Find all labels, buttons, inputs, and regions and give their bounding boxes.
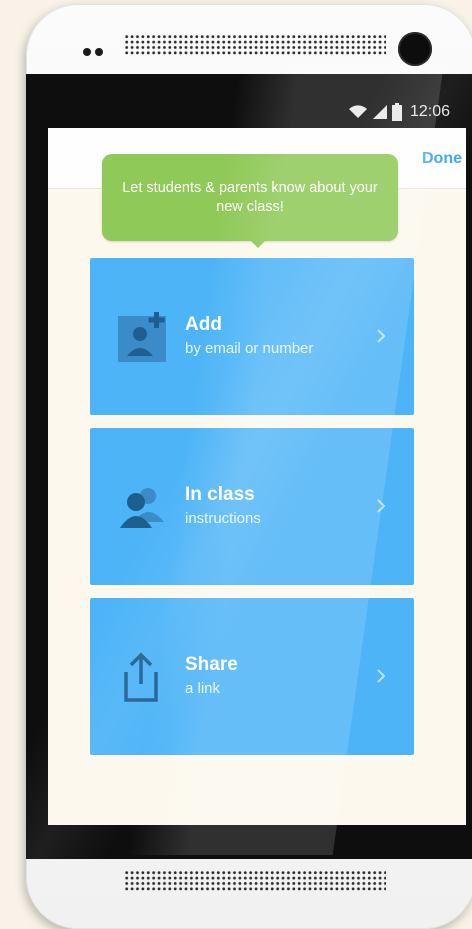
share-subtitle: a link	[185, 680, 221, 697]
add-subtitle: by email or number	[185, 340, 314, 357]
share-option-card[interactable]: Share a link	[90, 598, 414, 755]
add-contact-icon	[118, 312, 166, 362]
tooltip-text: Let students & parents know about your n…	[122, 179, 378, 215]
status-time: 12:06	[409, 103, 450, 120]
people-icon	[120, 488, 164, 528]
battery-icon	[391, 103, 402, 121]
add-title: Add	[185, 314, 222, 335]
share-icon	[124, 652, 158, 702]
phone-frame: 12:06 Done Let students & parents know a…	[26, 4, 472, 929]
chevron-right-icon	[377, 329, 386, 343]
done-button[interactable]: Done	[422, 150, 466, 168]
wifi-icon	[348, 105, 367, 118]
add-option-card[interactable]: Add by email or number	[90, 258, 414, 415]
chevron-right-icon	[377, 499, 386, 513]
app-screen: Done Let students & parents know about y…	[48, 128, 466, 825]
in-class-subtitle: instructions	[185, 510, 261, 527]
share-title: Share	[185, 654, 238, 675]
front-camera	[398, 32, 432, 66]
in-class-title: In class	[185, 484, 255, 505]
front-camera-dots	[83, 48, 103, 56]
speaker-grille	[124, 870, 386, 892]
phone-bezel: 12:06 Done Let students & parents know a…	[26, 74, 472, 859]
in-class-option-card[interactable]: In class instructions	[90, 428, 414, 585]
chevron-right-icon	[377, 669, 386, 683]
status-bar: 12:06	[48, 96, 450, 128]
info-tooltip: Let students & parents know about your n…	[102, 154, 398, 248]
earpiece-grille	[124, 34, 386, 56]
signal-icon	[372, 105, 387, 119]
